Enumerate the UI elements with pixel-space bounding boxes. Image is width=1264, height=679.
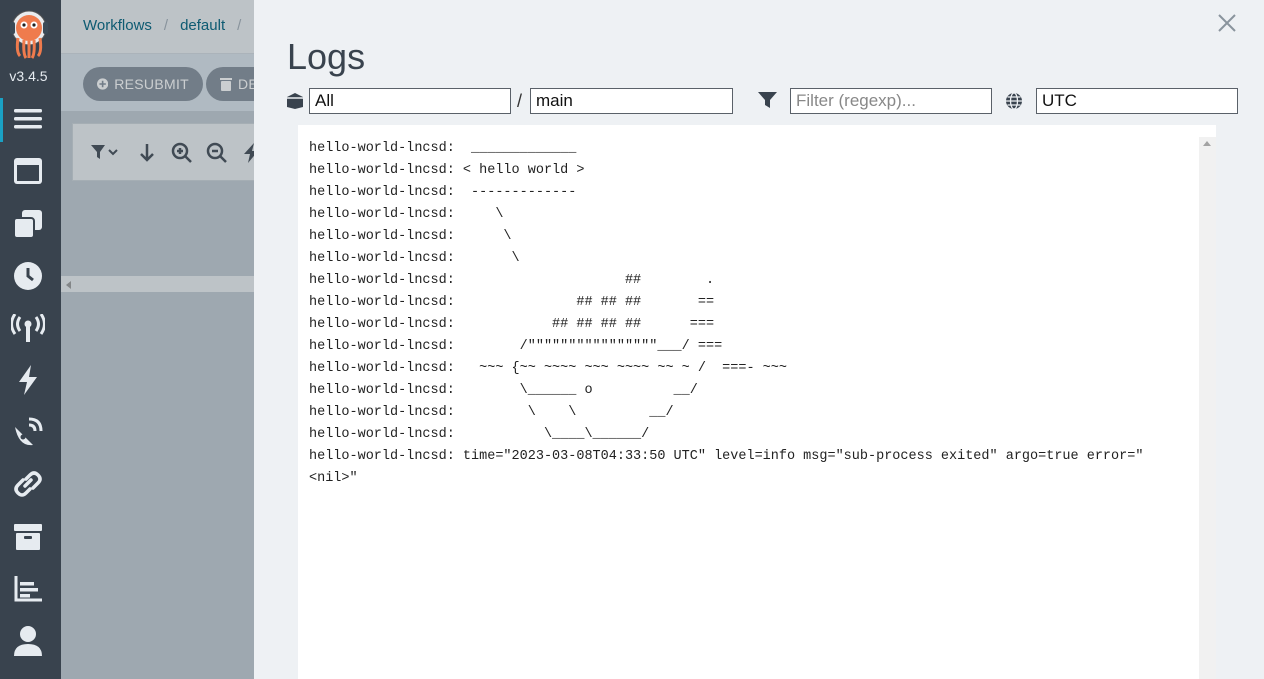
link-icon[interactable] xyxy=(10,466,46,502)
argo-logo[interactable] xyxy=(8,8,50,60)
log-lines: hello-world-lncsd: _____________ hello-wo… xyxy=(309,138,1143,490)
user-icon[interactable] xyxy=(10,623,46,659)
log-line: hello-world-lncsd: \____\______/ xyxy=(309,427,650,442)
sidebar: v3.4.5 xyxy=(0,0,61,679)
log-line: hello-world-lncsd: \ \ __/ xyxy=(309,405,674,420)
reports-chart-icon[interactable] xyxy=(10,571,46,607)
window-icon[interactable] xyxy=(10,153,46,189)
log-line: hello-world-lncsd: \ xyxy=(309,207,504,222)
logs-title: Logs xyxy=(287,36,366,77)
log-line: hello-world-lncsd: < hello world > xyxy=(309,163,585,178)
log-line: hello-world-lncsd: ## ## ## ## === xyxy=(309,317,715,332)
log-line: hello-world-lncsd: /""""""""""""""""___/… xyxy=(309,339,723,354)
broadcast-icon[interactable] xyxy=(10,310,46,346)
log-line: hello-world-lncsd: \ xyxy=(309,251,520,266)
log-line: hello-world-lncsd: ~~~ {~~ ~~~~ ~~~ ~~~~… xyxy=(309,361,787,376)
bolt-icon[interactable] xyxy=(10,362,46,398)
satellite-dish-icon[interactable] xyxy=(10,414,46,450)
timezone-input[interactable] xyxy=(1036,88,1238,114)
filter-regexp-input[interactable] xyxy=(790,88,992,114)
clock-icon[interactable] xyxy=(10,258,46,294)
log-scrollbar[interactable] xyxy=(1199,137,1216,679)
log-line: hello-world-lncsd: ------------- xyxy=(309,185,577,200)
log-line: hello-world-lncsd: \ xyxy=(309,229,512,244)
workflows-list-icon[interactable] xyxy=(10,101,46,137)
field-separator: / xyxy=(517,91,523,111)
version-label: v3.4.5 xyxy=(9,68,48,84)
scroll-up-arrow[interactable] xyxy=(1203,141,1211,146)
log-line: hello-world-lncsd: _____________ xyxy=(309,141,577,156)
archive-icon[interactable] xyxy=(10,519,46,555)
clone-icon[interactable] xyxy=(10,206,46,242)
filter-icon xyxy=(758,92,777,108)
log-line: hello-world-lncsd: ## . xyxy=(309,273,715,288)
log-line: hello-world-lncsd: ## ## ## == xyxy=(309,295,715,310)
active-nav-indicator xyxy=(0,98,3,142)
log-line: hello-world-lncsd: \______ o __/ xyxy=(309,383,698,398)
close-icon[interactable] xyxy=(1216,12,1238,34)
pod-box-icon xyxy=(287,93,303,109)
pod-select-input[interactable] xyxy=(309,88,511,114)
globe-icon xyxy=(1006,92,1022,110)
log-line: hello-world-lncsd: time="2023-03-08T04:3… xyxy=(309,449,1144,464)
log-line: <nil>" xyxy=(309,471,358,486)
container-input[interactable] xyxy=(530,88,733,114)
